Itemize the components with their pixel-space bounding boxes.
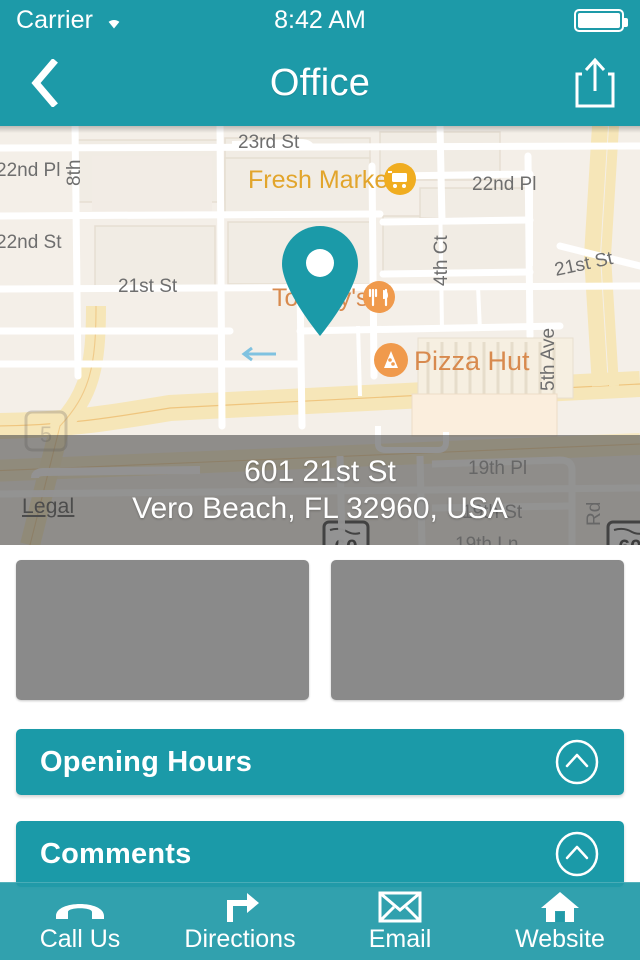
section-comments[interactable]: Comments <box>16 821 624 887</box>
back-button[interactable] <box>0 40 90 126</box>
status-bar-right <box>574 8 628 32</box>
street-label: 22nd Pl <box>472 174 536 195</box>
poi-pizza-hut: Pizza Hut <box>374 343 530 377</box>
chevron-up-circle-icon[interactable] <box>554 739 600 785</box>
carrier-label: Carrier <box>16 5 94 34</box>
address-overlay: 601 21st St Vero Beach, FL 32960, USA Le… <box>0 435 640 545</box>
chevron-up-circle-icon[interactable] <box>554 831 600 877</box>
tab-label: Website <box>515 924 605 953</box>
photo-placeholder-1[interactable] <box>16 560 309 700</box>
app-screen: Carrier 8:42 AM Office 22nd Pl 22nd St 2… <box>0 0 640 960</box>
share-button[interactable] <box>550 40 640 126</box>
legal-link[interactable]: Legal <box>22 495 74 519</box>
street-label: 23rd St <box>238 132 300 153</box>
battery-full-icon <box>574 8 628 32</box>
envelope-icon <box>378 890 422 924</box>
street-label: 5th Ave <box>538 328 559 391</box>
navigation-bar: Office <box>0 40 640 126</box>
poi-fresh-market: Fresh Market <box>248 163 416 195</box>
phone-icon <box>52 890 108 924</box>
home-icon <box>539 890 581 924</box>
page-title: Office <box>269 61 371 104</box>
address-line-1: 601 21st St <box>244 454 396 488</box>
status-bar-left: Carrier <box>16 6 126 35</box>
street-label: 22nd St <box>0 232 62 253</box>
tab-directions[interactable]: Directions <box>160 883 320 960</box>
tab-label: Email <box>368 924 432 953</box>
street-label: 8th <box>64 160 85 186</box>
street-label: 4th Ct <box>431 235 452 286</box>
svg-text:Pizza Hut: Pizza Hut <box>414 346 530 376</box>
tab-label: Directions <box>184 924 296 953</box>
address-line-2: Vero Beach, FL 32960, USA <box>132 492 508 525</box>
tab-label: Call Us <box>39 924 121 953</box>
status-bar: Carrier 8:42 AM <box>0 0 640 40</box>
photo-thumbnails <box>0 560 640 700</box>
street-label: 21st St <box>118 276 178 297</box>
tab-bar: Call Us Directions Email Website <box>0 882 640 960</box>
svg-text:Fresh Market: Fresh Market <box>248 166 395 194</box>
photo-placeholder-2[interactable] <box>331 560 624 700</box>
map-view[interactable]: 5 60 60 22nd Pl 22nd St 23rd St 21st St … <box>0 126 640 545</box>
tab-call-us[interactable]: Call Us <box>0 883 160 960</box>
section-title: Comments <box>40 837 192 870</box>
street-label: 22nd Pl <box>0 160 60 181</box>
section-title: Opening Hours <box>40 745 253 778</box>
tab-email[interactable]: Email <box>320 883 480 960</box>
section-opening-hours[interactable]: Opening Hours <box>16 729 624 795</box>
wifi-icon <box>102 11 126 30</box>
turn-right-arrow-icon <box>219 890 261 924</box>
tab-website[interactable]: Website <box>480 883 640 960</box>
